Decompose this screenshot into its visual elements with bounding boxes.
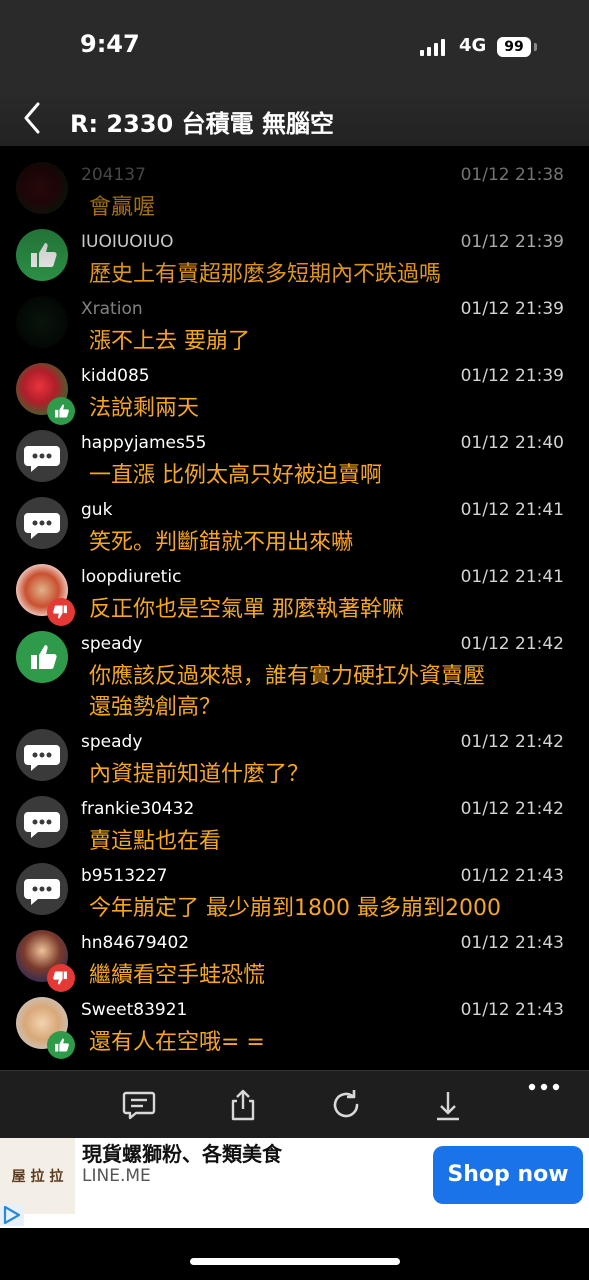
comment-content: 反正你也是空氣單 那麼執著幹嘛 [89, 597, 404, 622]
comment-time: 01/12 21:42 [460, 799, 564, 819]
comment-content: 今年崩定了 最少崩到1800 最多崩到2000 [89, 896, 501, 921]
ad-banner[interactable]: 屋 拉 拉 現貨螺獅粉、各類美食 LINE.ME Shop now [0, 1138, 589, 1228]
comment-username[interactable]: Xration [81, 299, 143, 319]
comment-username[interactable]: 204137 [81, 165, 146, 185]
comment-content: 繼續看空手蛙恐慌 [89, 963, 266, 988]
comment-time: 01/12 21:39 [460, 299, 564, 319]
comment-row: IUOIUOIUO 01/12 21:39 歷史上有賣超那麼多短期內不跌過嗎 [0, 223, 589, 287]
avatar[interactable] [16, 296, 68, 348]
comment-row: loopdiuretic 01/12 21:41 反正你也是空氣單 那麼執著幹嘛 [0, 558, 589, 626]
comment-list[interactable]: 204137 01/12 21:38 會贏喔 IUOIUOIUO 01/12 2… [0, 150, 589, 1068]
comment-content: 你應該反過來想，誰有實力硬扛外資賣壓 [89, 664, 486, 689]
comment-content: 內資提前知道什麼了？ [89, 762, 310, 787]
chat-bubble-icon[interactable] [16, 430, 68, 482]
comment-row: Sweet83921 01/12 21:43 還有人在空哦= = [0, 991, 589, 1059]
comment-content: 漲不上去 要崩了 [89, 329, 250, 354]
comment-content: 法說剩兩天 [89, 396, 200, 421]
ad-title[interactable]: 現貨螺獅粉、各類美食 [82, 1138, 282, 1167]
comment-time: 01/12 21:39 [460, 366, 564, 386]
shop-now-button[interactable]: Shop now [433, 1146, 583, 1204]
thumbs-down-badge-icon [47, 598, 75, 626]
thumbs-up-icon[interactable] [16, 229, 68, 281]
chat-bubble-icon[interactable] [16, 729, 68, 781]
comment-row: speady 01/12 21:42 內資提前知道什麼了？ [0, 723, 589, 787]
comment-row: kidd085 01/12 21:39 法說剩兩天 [0, 357, 589, 425]
comment-time: 01/12 21:41 [460, 500, 564, 520]
comment-content: 還有人在空哦= = [89, 1030, 265, 1055]
comment-content: 歷史上有賣超那麼多短期內不跌過嗎 [89, 262, 442, 287]
bottom-toolbar [0, 1070, 589, 1139]
comment-time: 01/12 21:43 [460, 866, 564, 886]
battery-tip [534, 43, 537, 51]
comment-username[interactable]: b9513227 [81, 866, 168, 886]
chat-bubble-icon[interactable] [16, 863, 68, 915]
more-icon[interactable] [526, 1077, 562, 1113]
comment-time: 01/12 21:40 [460, 433, 564, 453]
thumbs-up-badge-icon [47, 1031, 75, 1059]
comment-username[interactable]: IUOIUOIUO [81, 232, 174, 252]
comment-row: hn84679402 01/12 21:43 繼續看空手蛙恐慌 [0, 924, 589, 992]
ad-logo[interactable]: 屋 拉 拉 [0, 1138, 75, 1214]
home-indicator[interactable] [190, 1258, 400, 1265]
comment-row: b9513227 01/12 21:43 今年崩定了 最少崩到1800 最多崩到… [0, 857, 589, 921]
comment-content: 笑死。判斷錯就不用出來嚇 [89, 530, 354, 555]
network-type: 4G [459, 35, 487, 56]
comment-time: 01/12 21:39 [460, 232, 564, 252]
comment-username[interactable]: speady [81, 634, 142, 654]
thumbs-up-badge-icon [47, 397, 75, 425]
comment-content: 一直漲 比例太高只好被迫賣啊 [89, 463, 382, 488]
comment-row: happyjames55 01/12 21:40 一直漲 比例太高只好被迫賣啊 [0, 424, 589, 488]
comment-row: guk 01/12 21:41 笑死。判斷錯就不用出來嚇 [0, 491, 589, 555]
battery-icon: 99 [497, 37, 531, 57]
comment-username[interactable]: speady [81, 732, 142, 752]
ad-domain[interactable]: LINE.ME [82, 1166, 151, 1186]
comment-row: frankie30432 01/12 21:42 賣這點也在看 [0, 790, 589, 854]
comment-icon[interactable] [121, 1087, 157, 1123]
thumbs-up-icon[interactable] [16, 631, 68, 683]
home-area [0, 1228, 589, 1280]
comment-content-line2: 還強勢創高？ [89, 695, 222, 720]
comment-username[interactable]: hn84679402 [81, 933, 189, 953]
comment-username[interactable]: Sweet83921 [81, 1000, 187, 1020]
comment-row: speady 01/12 21:42 你應該反過來想，誰有實力硬扛外資賣壓 還強… [0, 625, 589, 720]
thumbs-down-badge-icon [47, 964, 75, 992]
comment-content: 賣這點也在看 [89, 829, 222, 854]
comment-time: 01/12 21:43 [460, 933, 564, 953]
comment-time: 01/12 21:38 [460, 165, 564, 185]
ad-choices-icon[interactable] [0, 1204, 24, 1226]
back-chevron-icon[interactable] [18, 100, 48, 136]
comment-username[interactable]: frankie30432 [81, 799, 194, 819]
comment-time: 01/12 21:42 [460, 732, 564, 752]
comment-username[interactable]: guk [81, 500, 112, 520]
comment-row: Xration 01/12 21:39 漲不上去 要崩了 [0, 290, 589, 354]
status-bar: 9:47 4G 99 [0, 0, 589, 90]
comment-time: 01/12 21:42 [460, 634, 564, 654]
comment-time: 01/12 21:43 [460, 1000, 564, 1020]
nav-bar: R: 2330 台積電 無腦空 [0, 90, 589, 146]
comment-username[interactable]: loopdiuretic [81, 567, 181, 587]
avatar[interactable] [16, 162, 68, 214]
refresh-icon[interactable] [328, 1087, 364, 1123]
share-icon[interactable] [225, 1087, 261, 1123]
page-title: R: 2330 台積電 無腦空 [70, 110, 334, 138]
cellular-signal-icon [420, 38, 445, 56]
status-time: 9:47 [80, 30, 140, 58]
comment-content: 會贏喔 [89, 195, 156, 220]
chat-bubble-icon[interactable] [16, 497, 68, 549]
comment-row: 204137 01/12 21:38 會贏喔 [0, 156, 589, 220]
comment-username[interactable]: kidd085 [81, 366, 150, 386]
comment-username[interactable]: happyjames55 [81, 433, 206, 453]
download-icon[interactable] [430, 1087, 466, 1123]
comment-time: 01/12 21:41 [460, 567, 564, 587]
chat-bubble-icon[interactable] [16, 796, 68, 848]
